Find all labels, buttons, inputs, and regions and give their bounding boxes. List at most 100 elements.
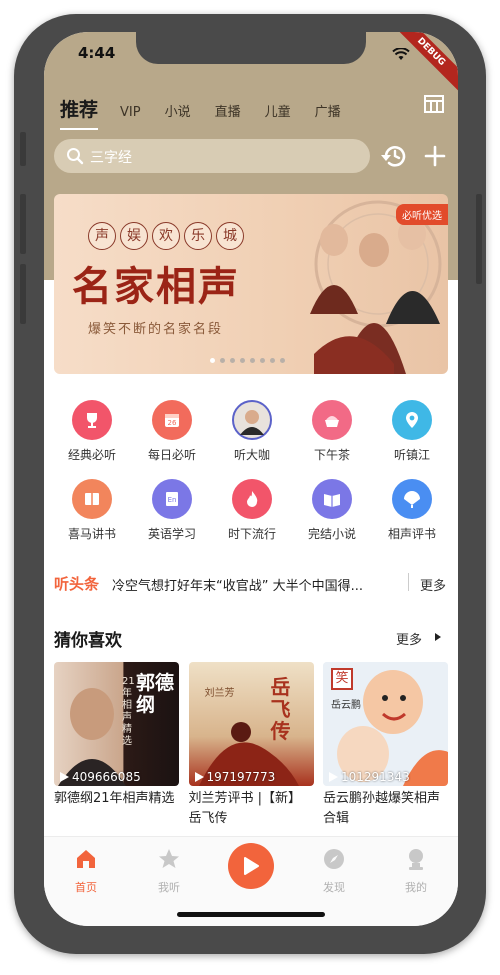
star-icon <box>159 849 179 868</box>
svg-text:26: 26 <box>168 419 177 427</box>
book-icon <box>72 479 112 519</box>
tab-children[interactable]: 儿童 <box>265 101 291 130</box>
pagination-dot <box>220 358 225 363</box>
play-count: 197197773 <box>194 770 276 784</box>
cover-title: 笑 <box>331 668 353 690</box>
tabbar-me[interactable]: 我的 <box>386 847 446 895</box>
banner-char-3: 欢 <box>152 222 180 250</box>
tab-live[interactable]: 直播 <box>215 101 241 130</box>
grid-item-crosstalk[interactable]: 相声评书 <box>372 479 452 542</box>
tabbar-listen[interactable]: 我听 <box>139 847 199 895</box>
grid-label: 相声评书 <box>387 527 436 541</box>
banner-char-5: 城 <box>216 222 244 250</box>
svg-text:En: En <box>168 496 177 504</box>
tabbar-home[interactable]: 首页 <box>56 847 116 895</box>
power-button <box>476 194 482 284</box>
headline-more-link[interactable]: 更多 <box>420 575 446 594</box>
home-icon <box>77 850 95 868</box>
calendar-icon: 26 <box>152 400 192 440</box>
album-card[interactable]: 岳飞传 刘兰芳 197197773 刘兰芳评书 |【新】岳飞传 <box>188 662 314 829</box>
grid-item-bigshot[interactable]: 听大咖 <box>212 400 292 463</box>
pagination-dot <box>250 358 255 363</box>
location-icon <box>392 400 432 440</box>
divider <box>408 573 409 591</box>
tabbar-label: 我的 <box>405 881 427 894</box>
grid-item-classic[interactable]: 经典必听 <box>52 400 132 463</box>
play-count-value: 101291343 <box>341 770 410 784</box>
play-icon <box>244 857 259 875</box>
play-icon <box>329 772 338 782</box>
wifi-icon <box>392 48 410 60</box>
fan-icon <box>392 479 432 519</box>
app-screen: 4:44 DEBUG 推荐 VIP 小说 直播 儿童 广播 三字经 声 娱 欢 … <box>44 32 458 926</box>
play-count-value: 409666085 <box>72 770 141 784</box>
headline-text[interactable]: 冷空气想打好年末“收官战” 大半个中国得... <box>112 575 402 594</box>
headline-tag: 听头条 <box>54 575 100 593</box>
cover-subtitle: 岳云鹏 <box>331 700 361 711</box>
play-icon <box>194 772 204 782</box>
grid-label: 每日必听 <box>147 448 196 462</box>
grid-label: 时下流行 <box>227 527 276 541</box>
album-card[interactable]: 郭德纲 21年相声精选 409666085 郭德纲21年相声精选 <box>54 662 179 829</box>
tabbar-label: 我听 <box>158 881 180 894</box>
category-grid: 经典必听 26 每日必听 听大咖 下午茶 听镇江 喜马讲书 En 英语学习 时下… <box>52 400 452 558</box>
tabbar-label: 发现 <box>323 881 345 894</box>
add-icon[interactable] <box>424 145 446 167</box>
grid-item-english[interactable]: En 英语学习 <box>132 479 212 542</box>
english-icon: En <box>152 479 192 519</box>
pagination-dot <box>270 358 275 363</box>
search-input[interactable]: 三字经 <box>54 139 370 173</box>
grid-item-trending[interactable]: 时下流行 <box>212 479 292 542</box>
tabbar-discover[interactable]: 发现 <box>304 847 364 895</box>
notch <box>136 32 366 64</box>
tab-radio[interactable]: 广播 <box>315 101 341 130</box>
profile-icon <box>409 849 423 870</box>
tab-novel[interactable]: 小说 <box>165 101 191 130</box>
promo-banner[interactable]: 声 娱 欢 乐 城 名家相声 爆笑不断的名家名段 必听优选 <box>54 194 448 374</box>
tab-vip[interactable]: VIP <box>120 105 141 130</box>
album-title: 刘兰芳评书 |【新】岳飞传 <box>188 791 302 826</box>
tabbar-label: 首页 <box>75 881 97 894</box>
recommend-cards: 郭德纲 21年相声精选 409666085 郭德纲21年相声精选 岳飞传 刘兰芳 <box>54 662 448 829</box>
play-button[interactable] <box>228 843 274 889</box>
banner-title: 名家相声 <box>72 263 240 310</box>
banner-badge: 必听优选 <box>396 204 448 225</box>
tab-recommend[interactable]: 推荐 <box>60 95 99 130</box>
cover-subtitle: 21年相声精选 <box>122 676 135 747</box>
section-title: 猜你喜欢 <box>54 631 122 651</box>
chevron-right-icon[interactable] <box>434 632 442 642</box>
search-placeholder: 三字经 <box>90 150 132 166</box>
pagination-dot <box>210 358 215 363</box>
album-cover: 郭德纲 21年相声精选 409666085 <box>54 662 179 786</box>
grid-item-book-talk[interactable]: 喜马讲书 <box>52 479 132 542</box>
banner-pagination <box>210 358 285 363</box>
album-card[interactable]: 笑 岳云鹏 101291343 岳云鹏孙越爆笑相声合辑 <box>323 662 448 829</box>
top-tabs: 推荐 VIP 小说 直播 儿童 广播 <box>60 90 365 130</box>
grid-item-tea[interactable]: 下午茶 <box>292 400 372 463</box>
cover-title: 岳飞传 <box>270 675 291 743</box>
section-more-link[interactable]: 更多 <box>396 629 422 648</box>
play-count: 409666085 <box>60 770 141 784</box>
pagination-dot <box>230 358 235 363</box>
history-icon[interactable] <box>380 143 408 169</box>
cover-title: 郭德纲 <box>136 672 175 716</box>
banner-char-4: 乐 <box>184 222 212 250</box>
volume-down-button <box>20 264 26 324</box>
grid-item-daily[interactable]: 26 每日必听 <box>132 400 212 463</box>
headline-bar[interactable]: 听头条 冷空气想打好年末“收官战” 大半个中国得... 更多 <box>54 568 448 596</box>
grid-label: 下午茶 <box>313 448 350 462</box>
trophy-icon <box>72 400 112 440</box>
grid-item-zhenjiang[interactable]: 听镇江 <box>372 400 452 463</box>
category-grid-icon[interactable] <box>424 94 444 114</box>
grid-item-finished-novel[interactable]: 完结小说 <box>292 479 372 542</box>
banner-char-1: 声 <box>88 222 116 250</box>
grid-label: 完结小说 <box>307 527 356 541</box>
volume-up-button <box>20 194 26 254</box>
grid-label: 听大咖 <box>233 448 270 462</box>
grid-label: 经典必听 <box>67 448 116 462</box>
album-title: 郭德纲21年相声精选 <box>54 791 175 806</box>
play-count-value: 197197773 <box>206 770 276 784</box>
avatar-icon <box>232 400 272 440</box>
cake-icon <box>312 400 352 440</box>
pagination-dot <box>260 358 265 363</box>
